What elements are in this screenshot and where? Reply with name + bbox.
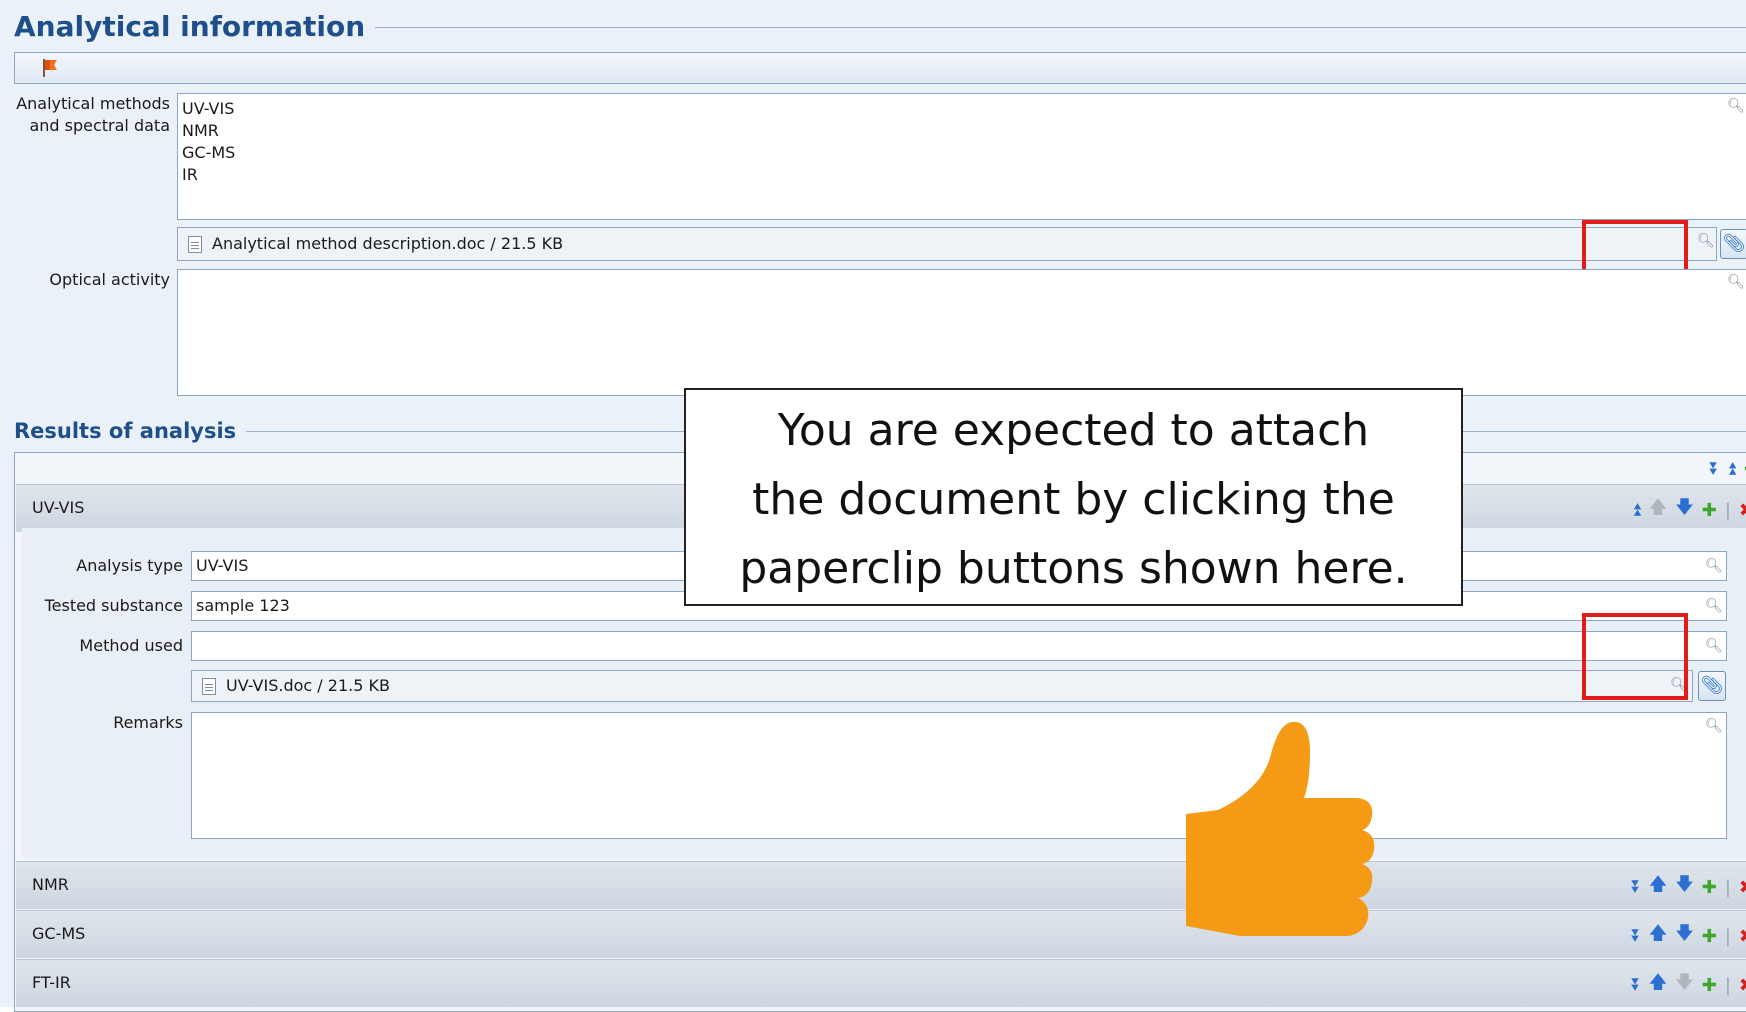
analytical-methods-textarea[interactable]: UV-VIS NMR GC-MS IR	[177, 93, 1746, 220]
magnifier-icon[interactable]: 🔍︎	[1727, 98, 1745, 114]
magnifier-icon[interactable]: 🔍︎	[1705, 598, 1723, 614]
result-row-title: UV-VIS	[32, 498, 85, 517]
methods-attachment-name[interactable]: Analytical method description.doc / 21.5…	[212, 229, 563, 259]
thumbs-up-icon	[1186, 721, 1375, 936]
arrow-up-icon[interactable]: 🡅	[1649, 872, 1668, 902]
double-chevron-up-icon[interactable]: ⏫︎	[1727, 459, 1736, 480]
result-row-nmr[interactable]: NMR ⏬︎ 🡅 🡇 ✚ | ✖	[16, 861, 1746, 909]
method-line: IR	[182, 165, 198, 184]
method-line: NMR	[182, 121, 219, 140]
paperclip-icon[interactable]: 📎︎	[1720, 229, 1746, 259]
flag-icon[interactable]	[41, 57, 59, 83]
results-controls: ⏬︎ ⏫︎ ✚	[1710, 459, 1746, 480]
x-icon[interactable]: ✖	[1739, 975, 1746, 996]
remarks-textarea[interactable]	[191, 712, 1727, 839]
row-controls: ⏬︎ 🡅 🡇 ✚ | ✖	[1632, 872, 1746, 902]
section-toolbar	[14, 52, 1746, 84]
arrow-up-icon[interactable]: 🡅	[1649, 970, 1668, 1000]
optical-activity-label: Optical activity	[49, 270, 170, 289]
plus-icon[interactable]: ✚	[1702, 877, 1717, 898]
result-row-gc-ms[interactable]: GC-MS ⏬︎ 🡅 🡇 ✚ | ✖	[16, 910, 1746, 958]
result-row-ft-ir[interactable]: FT-IR ⏬︎ 🡅 🡇 ✚ | ✖	[16, 959, 1746, 1007]
separator: |	[1724, 925, 1731, 947]
magnifier-icon[interactable]: 🔍︎	[1727, 274, 1745, 290]
result-row-title: FT-IR	[32, 973, 71, 992]
separator: |	[1724, 876, 1731, 898]
methods-attachment-bar: Analytical method description.doc / 21.5…	[177, 227, 1717, 261]
callout-line: the document by clicking the	[752, 474, 1395, 525]
x-icon[interactable]: ✖	[1739, 500, 1746, 521]
callout-line: paperclip buttons shown here.	[739, 543, 1408, 594]
arrow-down-icon[interactable]: 🡇	[1675, 495, 1694, 525]
plus-icon[interactable]: ✚	[1702, 975, 1717, 996]
method-line: GC-MS	[182, 143, 236, 162]
optical-activity-textarea[interactable]	[177, 269, 1746, 396]
uv-vis-attachment-name[interactable]: UV-VIS.doc / 21.5 KB	[226, 671, 390, 701]
double-chevron-down-icon[interactable]: ⏬︎	[1632, 926, 1641, 947]
separator: |	[1724, 974, 1731, 996]
magnifier-icon[interactable]: 🔍︎	[1705, 718, 1723, 734]
paperclip-icon[interactable]: 📎︎	[1698, 671, 1726, 701]
callout-line: You are expected to attach	[777, 405, 1370, 456]
tested-substance-label: Tested substance	[44, 596, 183, 615]
arrow-down-icon[interactable]: 🡇	[1675, 970, 1694, 1000]
section-title-results: Results of analysis	[14, 418, 247, 444]
plus-icon[interactable]: ✚	[1702, 500, 1717, 521]
double-chevron-down-icon[interactable]: ⏬︎	[1632, 877, 1641, 898]
x-icon[interactable]: ✖	[1739, 877, 1746, 898]
arrow-up-icon[interactable]: 🡅	[1649, 921, 1668, 951]
row-controls: ⏫︎ 🡅 🡇 ✚ | ✖	[1632, 495, 1746, 525]
double-chevron-down-icon[interactable]: ⏬︎	[1710, 459, 1719, 480]
magnifier-icon[interactable]: 🔍︎	[1697, 233, 1715, 249]
result-row-title: NMR	[32, 875, 69, 894]
instruction-callout: You are expected to attach the document …	[684, 388, 1463, 606]
method-used-label: Method used	[79, 636, 183, 655]
arrow-down-icon[interactable]: 🡇	[1675, 872, 1694, 902]
result-row-title: GC-MS	[32, 924, 86, 943]
double-chevron-down-icon[interactable]: ⏬︎	[1632, 975, 1641, 996]
analytical-form: Analytical information Analytical method…	[0, 0, 1746, 1012]
double-chevron-up-icon[interactable]: ⏫︎	[1632, 500, 1641, 521]
x-icon[interactable]: ✖	[1739, 926, 1746, 947]
row-controls: ⏬︎ 🡅 🡇 ✚ | ✖	[1632, 921, 1746, 951]
magnifier-icon[interactable]: 🔍︎	[1705, 558, 1723, 574]
document-icon	[188, 235, 202, 253]
row-controls: ⏬︎ 🡅 🡇 ✚ | ✖	[1632, 970, 1746, 1000]
section-title-analytical: Analytical information	[14, 10, 376, 44]
analysis-type-label: Analysis type	[76, 556, 183, 575]
uv-vis-attachment-bar: UV-VIS.doc / 21.5 KB	[191, 670, 1693, 702]
arrow-up-icon[interactable]: 🡅	[1649, 495, 1668, 525]
separator: |	[1724, 499, 1731, 521]
arrow-down-icon[interactable]: 🡇	[1675, 921, 1694, 951]
document-icon	[202, 677, 216, 695]
analytical-methods-label: Analytical methods and spectral data	[16, 94, 170, 135]
magnifier-icon[interactable]: 🔍︎	[1705, 638, 1723, 654]
method-used-field[interactable]	[191, 631, 1727, 661]
highlight-box	[1582, 613, 1688, 700]
plus-icon[interactable]: ✚	[1702, 926, 1717, 947]
remarks-label: Remarks	[113, 713, 183, 732]
method-line: UV-VIS	[182, 99, 235, 118]
